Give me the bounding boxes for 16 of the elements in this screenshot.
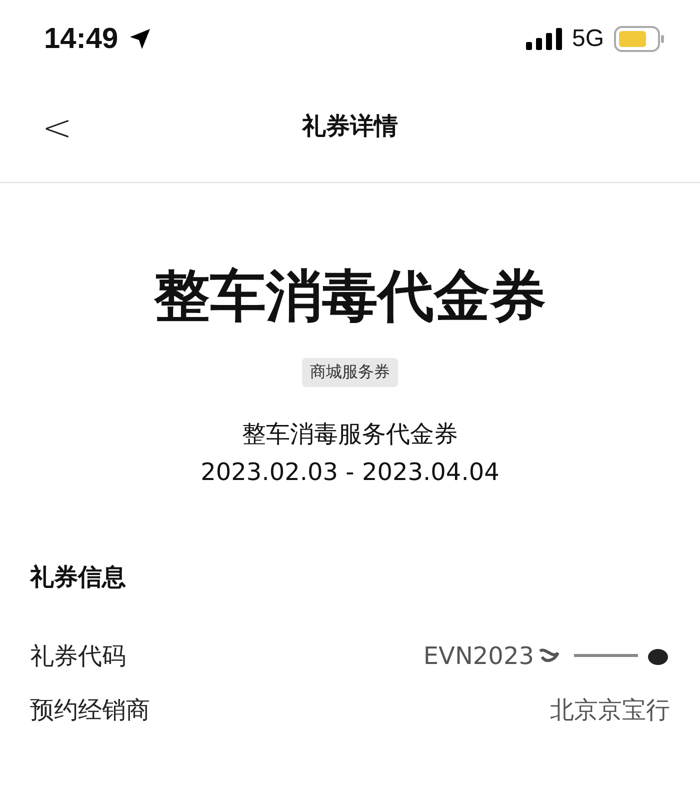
location-arrow-icon [128,27,152,51]
back-button[interactable]: < [36,108,78,149]
coupon-tag: 商城服务券 [302,358,398,388]
section-heading: 礼券信息 [30,562,127,594]
validity-period: 2023.02.03 - 2023.04.04 [200,457,500,488]
coupon-description: 整车消毒服务代金券 [242,419,458,450]
page-title: 礼券详情 [302,111,398,142]
battery-icon [614,26,664,52]
network-label: 5G [572,25,604,53]
status-time: 14:49 [44,22,118,56]
info-label: 预约经销商 [30,695,150,726]
info-label: 礼券代码 [30,641,126,672]
info-value: EVN2023 [423,642,534,670]
signal-icon [526,28,562,50]
info-value: 北京京宝行 [550,695,670,726]
coupon-title: 整车消毒代金券 [154,263,546,330]
